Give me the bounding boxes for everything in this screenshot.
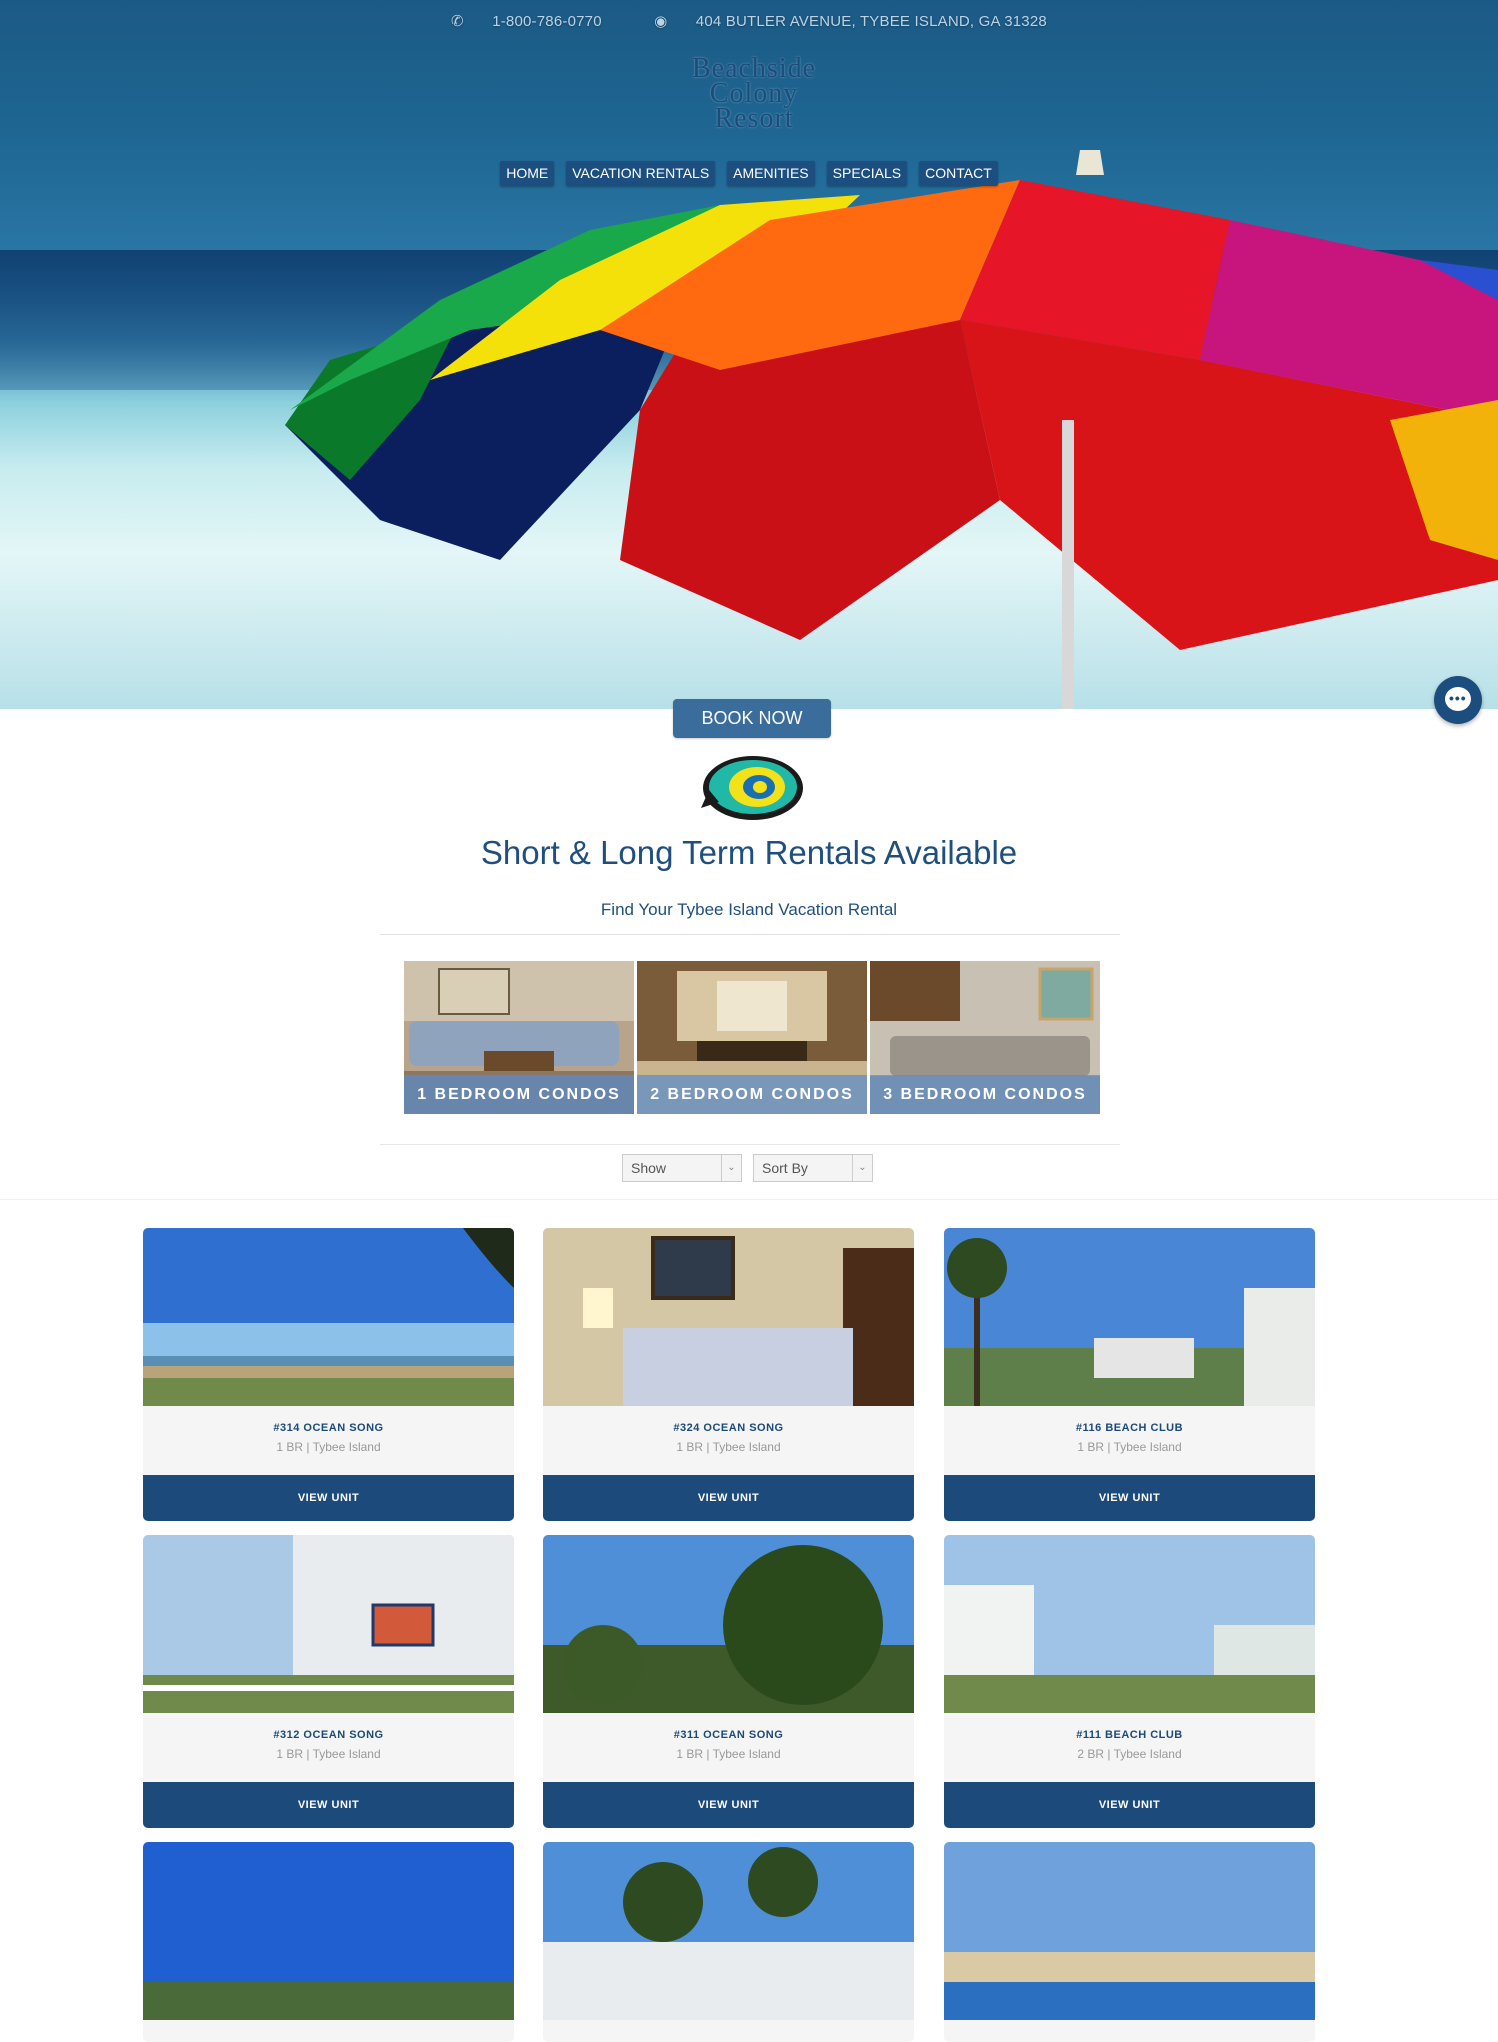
nav-vacation-rentals[interactable]: VACATION RENTALS (566, 161, 716, 186)
unit-card: #111 BEACH CLUB 2 BR | Tybee Island VIEW… (944, 1535, 1315, 1828)
category-2-bedroom[interactable]: 2 BEDROOM CONDOS (637, 961, 867, 1114)
contact-bar: ✆ 1-800-786-0770 ◉ 404 BUTLER AVENUE, TY… (0, 12, 1498, 30)
main-nav: HOME VACATION RENTALS AMENITIES SPECIALS… (0, 161, 1498, 186)
unit-card (143, 1842, 514, 2042)
category-1-bedroom[interactable]: 1 BEDROOM CONDOS (404, 961, 634, 1114)
unit-card: #312 OCEAN SONG 1 BR | Tybee Island VIEW… (143, 1535, 514, 1828)
unit-card: #324 OCEAN SONG 1 BR | Tybee Island VIEW… (543, 1228, 914, 1521)
site-logo[interactable]: Beachside Colony Resort (674, 55, 834, 136)
view-unit-button[interactable]: VIEW UNIT (944, 1475, 1315, 1521)
bedroom-categories: 1 BEDROOM CONDOS 2 BEDROOM CONDOS 3 BEDR… (404, 961, 1100, 1114)
book-now-button[interactable]: BOOK NOW (673, 699, 831, 738)
unit-photo-resort (944, 1535, 1315, 1713)
unit-card (944, 1842, 1315, 2042)
nav-contact[interactable]: CONTACT (919, 161, 998, 186)
unit-name: #314 OCEAN SONG (273, 1422, 384, 1434)
unit-meta: 1 BR | Tybee Island (1077, 1440, 1182, 1454)
sort-by-select[interactable]: Sort By ⌄ (753, 1154, 873, 1182)
divider (0, 1199, 1498, 1200)
unit-name: #111 BEACH CLUB (1076, 1729, 1183, 1741)
page-title: Short & Long Term Rentals Available (480, 834, 1018, 871)
address-link[interactable]: ◉ 404 BUTLER AVENUE, TYBEE ISLAND, GA 31… (642, 13, 1059, 30)
view-unit-button[interactable]: VIEW UNIT (944, 1782, 1315, 1828)
unit-meta: 1 BR | Tybee Island (276, 1440, 381, 1454)
nav-amenities[interactable]: AMENITIES (727, 161, 815, 186)
address-text: 404 BUTLER AVENUE, TYBEE ISLAND, GA 3132… (695, 13, 1047, 30)
unit-card: #314 OCEAN SONG 1 BR | Tybee Island VIEW… (143, 1228, 514, 1521)
view-unit-button[interactable]: VIEW UNIT (143, 1475, 514, 1521)
category-label: 2 BEDROOM CONDOS (637, 1075, 867, 1114)
unit-meta: 1 BR | Tybee Island (676, 1440, 781, 1454)
show-select[interactable]: Show ⌄ (622, 1154, 742, 1182)
hero-banner: ✆ 1-800-786-0770 ◉ 404 BUTLER AVENUE, TY… (0, 0, 1498, 709)
unit-name: #312 OCEAN SONG (273, 1729, 384, 1741)
divider (380, 934, 1120, 935)
unit-photo-palms (944, 1228, 1315, 1406)
unit-photo-beach (143, 1228, 514, 1406)
view-unit-button[interactable]: VIEW UNIT (543, 1782, 914, 1828)
unit-meta: 2 BR | Tybee Island (1077, 1747, 1182, 1761)
unit-meta: 1 BR | Tybee Island (276, 1747, 381, 1761)
phone-link[interactable]: ✆ 1-800-786-0770 (439, 13, 614, 30)
unit-photo-balcony (143, 1535, 514, 1713)
nav-specials[interactable]: SPECIALS (826, 161, 908, 186)
nautilus-shell-icon (701, 756, 803, 820)
show-select-value: Show (631, 1160, 667, 1176)
phone-number: 1-800-786-0770 (492, 13, 602, 30)
unit-photo-palms-pool (543, 1842, 914, 2020)
unit-photo-palm-view (543, 1535, 914, 1713)
phone-icon: ✆ (451, 13, 464, 30)
view-unit-button[interactable]: VIEW UNIT (143, 1782, 514, 1828)
page-subtitle: Find Your Tybee Island Vacation Rental (600, 900, 898, 919)
unit-photo-bedroom (543, 1228, 914, 1406)
chat-button[interactable]: ••• (1434, 676, 1482, 724)
divider (380, 1144, 1120, 1145)
unit-card: #116 BEACH CLUB 1 BR | Tybee Island VIEW… (944, 1228, 1315, 1521)
category-label: 1 BEDROOM CONDOS (404, 1075, 634, 1114)
unit-name: #311 OCEAN SONG (673, 1729, 784, 1741)
logo-line-3: Resort (714, 103, 794, 134)
unit-name: #324 OCEAN SONG (673, 1422, 784, 1434)
category-label: 3 BEDROOM CONDOS (870, 1075, 1100, 1114)
unit-photo-aerial (944, 1842, 1315, 2020)
sort-select-value: Sort By (762, 1160, 808, 1176)
chevron-down-icon: ⌄ (721, 1155, 741, 1181)
category-3-bedroom[interactable]: 3 BEDROOM CONDOS (870, 961, 1100, 1114)
chat-dots-icon: ••• (1449, 690, 1467, 706)
view-unit-button[interactable]: VIEW UNIT (543, 1475, 914, 1521)
unit-name: #116 BEACH CLUB (1075, 1422, 1184, 1434)
unit-meta: 1 BR | Tybee Island (676, 1747, 781, 1761)
chevron-down-icon: ⌄ (852, 1155, 872, 1181)
unit-card (543, 1842, 914, 2042)
unit-card: #311 OCEAN SONG 1 BR | Tybee Island VIEW… (543, 1535, 914, 1828)
nav-home[interactable]: HOME (500, 161, 555, 186)
unit-photo-ocean (143, 1842, 514, 2020)
map-pin-icon: ◉ (654, 13, 668, 30)
